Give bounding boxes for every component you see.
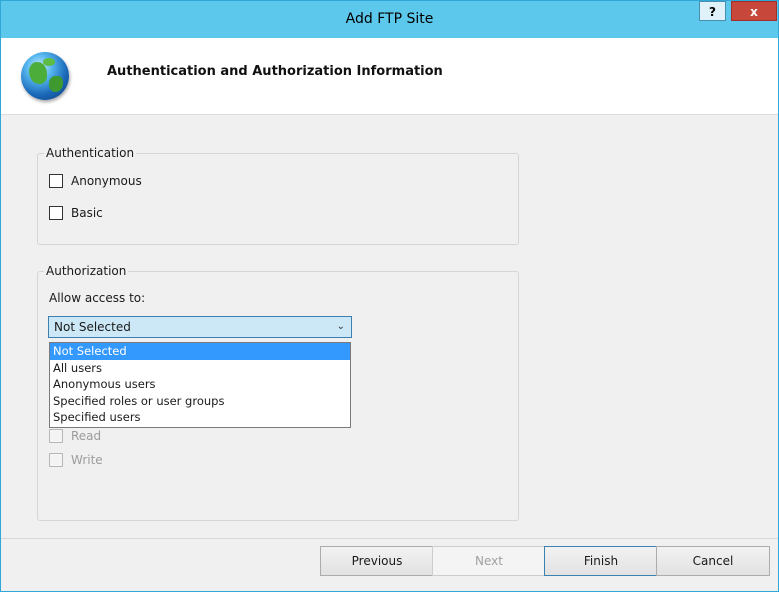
page-title: Authentication and Authorization Informa… — [107, 64, 443, 79]
basic-label: Basic — [71, 206, 103, 220]
wizard-header: Authentication and Authorization Informa… — [1, 38, 778, 115]
checkbox-box[interactable] — [49, 429, 63, 443]
checkbox-box[interactable] — [49, 206, 63, 220]
close-button[interactable]: x — [731, 1, 777, 21]
add-ftp-site-dialog: Add FTP Site ? x Authentication and Auth… — [0, 0, 779, 592]
globe-icon — [21, 52, 69, 100]
anonymous-checkbox[interactable]: Anonymous — [49, 174, 142, 188]
read-checkbox[interactable]: Read — [49, 429, 101, 443]
allow-access-select[interactable]: Not Selected ⌄ — [48, 316, 352, 338]
read-label: Read — [71, 429, 102, 443]
dropdown-option-specified-roles[interactable]: Specified roles or user groups — [50, 393, 350, 410]
authentication-legend: Authentication — [44, 146, 137, 160]
previous-button[interactable]: Previous — [320, 546, 434, 576]
title-bar[interactable]: Add FTP Site ? x — [1, 1, 778, 38]
window-title: Add FTP Site — [345, 11, 434, 27]
chevron-down-icon[interactable]: ⌄ — [337, 317, 345, 337]
help-button[interactable]: ? — [699, 1, 726, 21]
authentication-group: Authentication — [37, 146, 519, 245]
footer-divider — [1, 538, 778, 539]
finish-button[interactable]: Finish — [544, 546, 658, 576]
dropdown-option-anonymous-users[interactable]: Anonymous users — [50, 376, 350, 393]
anonymous-label: Anonymous — [71, 174, 142, 188]
next-button[interactable]: Next — [432, 546, 546, 576]
checkbox-box[interactable] — [49, 174, 63, 188]
allow-access-dropdown-list[interactable]: Not Selected All users Anonymous users S… — [49, 342, 351, 428]
allow-access-label: Allow access to: — [49, 291, 146, 305]
write-checkbox[interactable]: Write — [49, 453, 103, 467]
checkbox-box[interactable] — [49, 453, 63, 467]
dropdown-option-all-users[interactable]: All users — [50, 360, 350, 377]
authorization-legend: Authorization — [44, 264, 129, 278]
basic-checkbox[interactable]: Basic — [49, 206, 103, 220]
write-label: Write — [71, 453, 103, 467]
select-value: Not Selected — [54, 320, 131, 334]
cancel-button[interactable]: Cancel — [656, 546, 770, 576]
dropdown-option-not-selected[interactable]: Not Selected — [50, 343, 350, 360]
dropdown-option-specified-users[interactable]: Specified users — [50, 409, 350, 426]
